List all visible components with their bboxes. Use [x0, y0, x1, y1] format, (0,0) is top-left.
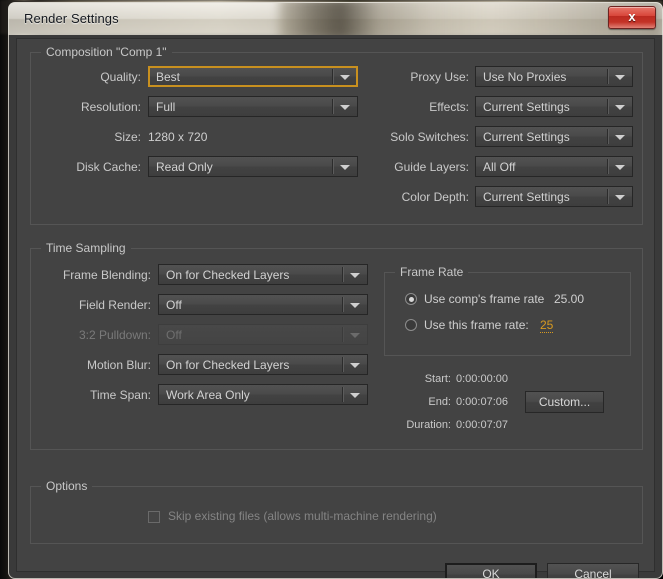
composition-panel-legend: Composition "Comp 1" — [41, 45, 172, 59]
size-label: Size: — [114, 130, 141, 144]
frame-blending-dropdown-separator — [342, 267, 344, 282]
motion-blur-dropdown-separator — [342, 357, 344, 372]
guide-layers-dropdown[interactable]: All Off — [475, 156, 633, 177]
options-panel: Options Skip existing files (allows mult… — [30, 479, 643, 544]
field-render-value: Off — [166, 298, 182, 312]
chevron-down-icon — [615, 75, 625, 80]
time-span-dropdown-separator — [342, 387, 344, 402]
render-settings-window: Render Settings x Composition "Comp 1" Q… — [8, 2, 663, 579]
pulldown-label: 3:2 Pulldown: — [78, 328, 151, 342]
chevron-down-icon — [615, 135, 625, 140]
proxy-use-label: Proxy Use: — [410, 70, 469, 84]
color-depth-value: Current Settings — [483, 190, 570, 204]
solo-switches-value: Current Settings — [483, 130, 570, 144]
disk-cache-label: Disk Cache: — [76, 160, 141, 174]
window-title: Render Settings — [24, 11, 119, 26]
color-depth-dropdown-separator — [607, 189, 609, 204]
effects-label: Effects: — [429, 100, 469, 114]
guide-layers-value: All Off — [483, 160, 516, 174]
field-render-label: Field Render: — [78, 298, 151, 312]
custom-frame-rate-input[interactable]: 25 — [540, 318, 554, 333]
window-titlebar[interactable]: Render Settings x — [8, 2, 663, 35]
close-button[interactable]: x — [608, 6, 656, 29]
motion-blur-label: Motion Blur: — [86, 358, 151, 372]
size-value: 1280 x 720 — [148, 130, 208, 144]
composition-panel: Composition "Comp 1" Quality: Best Resol… — [30, 45, 643, 225]
use-this-frame-rate-label: Use this frame rate: — [424, 318, 529, 332]
skip-existing-files-label: Skip existing files (allows multi-machin… — [168, 509, 437, 523]
use-this-frame-rate-radio[interactable] — [405, 319, 417, 331]
dialog-body: Composition "Comp 1" Quality: Best Resol… — [8, 35, 663, 579]
resolution-value: Full — [156, 100, 176, 114]
options-panel-legend: Options — [41, 479, 93, 493]
field-render-dropdown[interactable]: Off — [158, 294, 368, 315]
proxy-use-dropdown-separator — [607, 69, 609, 84]
disk-cache-value: Read Only — [156, 160, 213, 174]
chevron-down-icon — [350, 363, 360, 368]
resolution-label: Resolution: — [80, 100, 141, 114]
frame-rate-panel: Frame Rate Use comp's frame rate 25.00 U… — [384, 265, 631, 356]
time-sampling-panel-legend: Time Sampling — [41, 241, 131, 255]
time-span-value: Work Area Only — [166, 388, 250, 402]
resolution-dropdown[interactable]: Full — [148, 96, 358, 117]
titlebar-glass-blur — [279, 3, 662, 35]
duration-value: 0:00:07:07 — [456, 419, 508, 431]
dialog-content: Composition "Comp 1" Quality: Best Resol… — [16, 38, 655, 578]
solo-switches-dropdown[interactable]: Current Settings — [475, 126, 633, 147]
quality-value: Best — [156, 70, 181, 84]
start-time-value: 0:00:00:00 — [456, 373, 508, 385]
effects-dropdown[interactable]: Current Settings — [475, 96, 633, 117]
motion-blur-dropdown[interactable]: On for Checked Layers — [158, 354, 368, 375]
comp-frame-rate-value: 25.00 — [554, 292, 585, 306]
effects-value: Current Settings — [483, 100, 570, 114]
guide-layers-label: Guide Layers: — [394, 160, 469, 174]
chevron-down-icon — [350, 273, 360, 278]
chevron-down-icon — [350, 393, 360, 398]
time-span-label: Time Span: — [90, 388, 151, 402]
effects-dropdown-separator — [607, 99, 609, 114]
color-depth-label: Color Depth: — [401, 190, 469, 204]
time-span-dropdown[interactable]: Work Area Only — [158, 384, 368, 405]
frame-rate-panel-legend: Frame Rate — [395, 265, 469, 279]
close-x-icon: x — [628, 9, 636, 24]
frame-blending-label: Frame Blending: — [62, 268, 151, 282]
end-time-label: End: — [428, 396, 451, 408]
pulldown-dropdown-separator — [342, 327, 344, 342]
frame-blending-value: On for Checked Layers — [166, 268, 290, 282]
duration-label: Duration: — [406, 419, 451, 431]
field-render-dropdown-separator — [342, 297, 344, 312]
pulldown-value: Off — [166, 328, 182, 342]
color-depth-dropdown[interactable]: Current Settings — [475, 186, 633, 207]
end-time-value: 0:00:07:06 — [456, 396, 508, 408]
custom-time-span-button[interactable]: Custom... — [525, 391, 604, 413]
quality-dropdown[interactable]: Best — [148, 66, 358, 87]
ok-button[interactable]: OK — [445, 563, 537, 578]
cancel-button[interactable]: Cancel — [547, 563, 639, 578]
pulldown-dropdown: Off — [158, 324, 368, 345]
motion-blur-value: On for Checked Layers — [166, 358, 290, 372]
chevron-down-icon — [615, 165, 625, 170]
guide-layers-dropdown-separator — [607, 159, 609, 174]
proxy-use-dropdown[interactable]: Use No Proxies — [475, 66, 633, 87]
chevron-down-icon — [615, 105, 625, 110]
use-comp-frame-rate-label: Use comp's frame rate — [424, 292, 545, 306]
quality-label: Quality: — [100, 70, 141, 84]
chevron-down-icon — [350, 333, 360, 338]
time-sampling-panel: Time Sampling Frame Blending: On for Che… — [30, 241, 643, 450]
use-comp-frame-rate-radio[interactable] — [405, 293, 417, 305]
start-time-label: Start: — [424, 373, 451, 385]
disk-cache-dropdown[interactable]: Read Only — [148, 156, 358, 177]
chevron-down-icon — [615, 195, 625, 200]
chevron-down-icon — [350, 303, 360, 308]
frame-blending-dropdown[interactable]: On for Checked Layers — [158, 264, 368, 285]
proxy-use-value: Use No Proxies — [483, 70, 567, 84]
solo-switches-label: Solo Switches: — [390, 130, 469, 144]
skip-existing-files-checkbox — [148, 511, 160, 523]
solo-switches-dropdown-separator — [607, 129, 609, 144]
